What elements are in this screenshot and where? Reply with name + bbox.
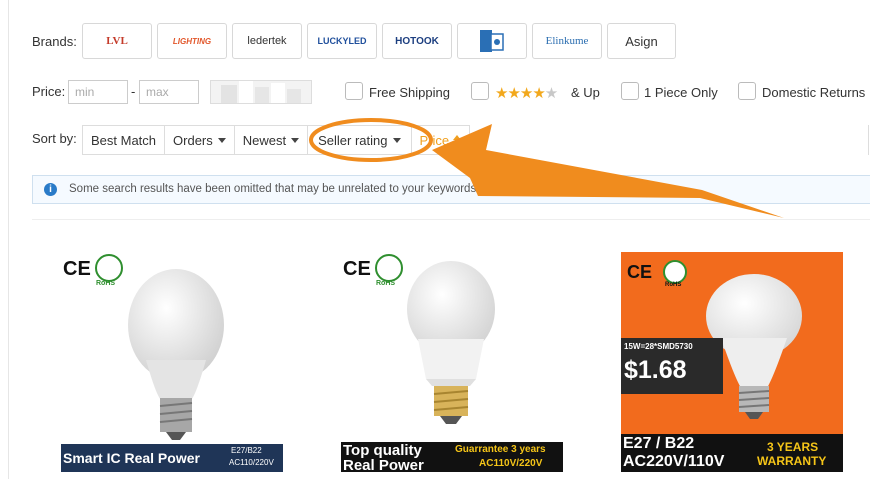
sort-newest-label: Newest xyxy=(242,132,287,148)
sort-label: Sort by: xyxy=(32,131,77,146)
brand-phone-logo-icon xyxy=(480,30,504,52)
product-3-banner-years: 3 YEARS xyxy=(767,440,819,454)
brand-phone-button[interactable] xyxy=(457,23,527,59)
domestic-returns-label: Domestic Returns xyxy=(762,85,866,100)
brand-asign-button[interactable]: Asign xyxy=(607,23,676,59)
brands-label: Brands: xyxy=(32,34,77,49)
rating-checkbox[interactable] xyxy=(471,82,489,100)
product-3-banner: E27 / B22 AC220V/110V 3 YEARS WARRANTY xyxy=(621,434,843,472)
product-2-banner-guarantee: Guarrantee 3 years xyxy=(455,444,546,455)
info-icon: i xyxy=(44,183,57,196)
one-piece-checkbox[interactable] xyxy=(621,82,639,100)
rohs-mark-icon-3 xyxy=(663,260,687,284)
sort-seller-rating-label: Seller rating xyxy=(318,132,388,148)
rohs-label-3: RoHS xyxy=(665,282,682,288)
sort-orders[interactable]: Orders xyxy=(165,126,235,154)
brand-lighting-button[interactable]: LIGHTING xyxy=(157,23,227,59)
notice-message: Some search results have been omitted th… xyxy=(69,183,628,195)
sort-newest[interactable]: Newest xyxy=(235,126,309,154)
sort-seller-rating[interactable]: Seller rating xyxy=(308,126,412,154)
page-left-border xyxy=(8,0,9,479)
price-range-histogram xyxy=(210,80,312,104)
brand-luckyled-logo: LUCKYLED xyxy=(317,36,367,46)
price-min-input[interactable] xyxy=(68,80,128,104)
product-1-banner-title: Smart IC Real Power xyxy=(63,450,200,466)
seller-rating-caret-icon xyxy=(392,137,401,143)
product-3-banner-warranty: WARRANTY xyxy=(757,454,827,468)
product-card-1[interactable]: CE RoHS Smart IC Real Power E27/B22 AC11… xyxy=(61,252,283,472)
price-sort-arrows-icon xyxy=(453,134,462,146)
product-card-2[interactable]: CE RoHS Top quality Real Power Guarrante… xyxy=(341,252,563,472)
brand-elinkume-button[interactable]: Elinkume xyxy=(532,23,602,59)
bulb-image-2 xyxy=(407,261,495,424)
product-2-banner: Top quality Real Power Guarrantee 3 year… xyxy=(341,442,563,472)
brand-hotook-logo: HOTOOK xyxy=(395,35,439,47)
ce-mark-icon-2: CE xyxy=(343,258,371,280)
product-1-banner: Smart IC Real Power E27/B22 AC110/220V xyxy=(61,444,283,472)
rohs-label: RoHS xyxy=(96,280,116,287)
price-label: Price: xyxy=(32,84,66,99)
price-separator: - xyxy=(131,84,136,99)
brand-elinkume-logo: Elinkume xyxy=(545,35,589,47)
star-rating-icon: ★★★★★ xyxy=(495,85,558,102)
search-notice: i Some search results have been omitted … xyxy=(32,175,870,204)
product-2-banner-line2: Real Power xyxy=(343,457,424,472)
brand-lvl-logo: LVL xyxy=(106,35,128,47)
sort-options-bar: Best Match Orders Newest Seller rating P… xyxy=(82,125,471,155)
domestic-returns-checkbox[interactable] xyxy=(738,82,756,100)
product-3-spec: 15W=28*SMD5730 xyxy=(624,342,693,351)
brand-ledertek-logo: ledertek xyxy=(247,35,287,47)
brand-hotook-button[interactable]: HOTOOK xyxy=(382,23,452,59)
product-1-banner-base: E27/B22 xyxy=(231,446,262,455)
brand-ledertek-button[interactable]: ledertek xyxy=(232,23,302,59)
ce-mark-icon: CE xyxy=(63,258,91,280)
price-max-input[interactable] xyxy=(139,80,199,104)
rating-up-label: & Up xyxy=(571,85,600,100)
brand-lvl-button[interactable]: LVL xyxy=(82,23,152,59)
sort-price-label: Price xyxy=(419,132,450,148)
newest-caret-icon xyxy=(291,137,300,143)
brand-lighting-logo: LIGHTING xyxy=(172,36,212,46)
brand-asign-label: Asign xyxy=(625,33,658,49)
results-divider xyxy=(32,219,870,220)
rohs-label-2: RoHS xyxy=(376,280,396,287)
product-1-banner-voltage: AC110/220V xyxy=(229,458,274,467)
sort-best-match[interactable]: Best Match xyxy=(83,126,166,154)
notice-click-here-link[interactable]: click here. xyxy=(631,183,683,195)
orders-caret-icon xyxy=(217,137,226,143)
ce-mark-icon-3: CE xyxy=(627,262,653,282)
product-3-price-box: 15W=28*SMD5730 $1.68 xyxy=(621,338,723,394)
notice-text: Some search results have been omitted th… xyxy=(69,183,683,195)
product-2-banner-voltage: AC110V/220V xyxy=(479,458,543,469)
sort-best-match-label: Best Match xyxy=(91,132,157,148)
free-shipping-label: Free Shipping xyxy=(369,85,450,100)
product-3-banner-line2: AC220V/110V xyxy=(623,453,725,470)
sort-price[interactable]: Price xyxy=(412,126,470,154)
brand-luckyled-button[interactable]: LUCKYLED xyxy=(307,23,377,59)
product-3-banner-line1: E27 / B22 xyxy=(623,435,695,452)
bulb-image-1 xyxy=(128,269,224,440)
free-shipping-checkbox[interactable] xyxy=(345,82,363,100)
product-card-3[interactable]: CE RoHS 15W=28*SMD5730 $1.68 E27 / B22 A… xyxy=(621,252,843,472)
sort-orders-label: Orders xyxy=(173,132,213,148)
product-3-price: $1.68 xyxy=(624,356,687,384)
one-piece-label: 1 Piece Only xyxy=(644,85,718,100)
